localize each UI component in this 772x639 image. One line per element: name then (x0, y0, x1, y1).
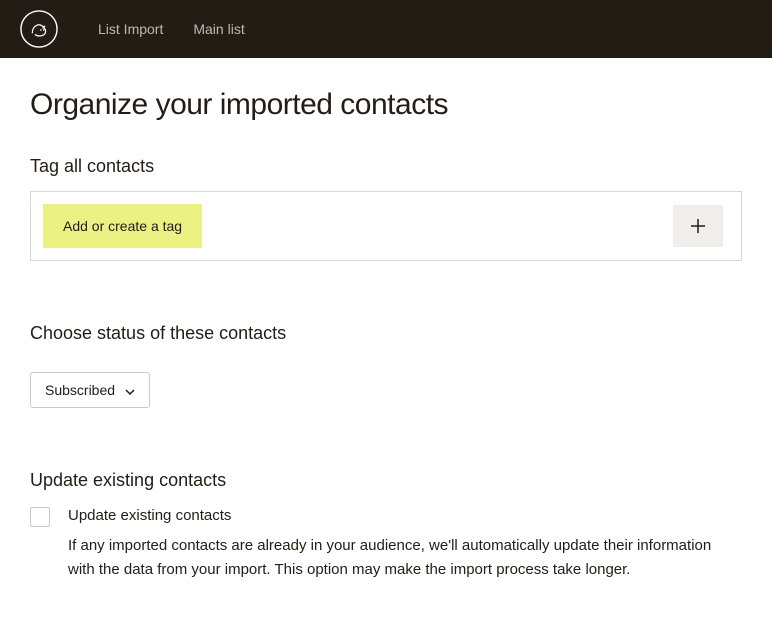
update-section-heading: Update existing contacts (30, 470, 742, 491)
mailchimp-logo[interactable] (20, 10, 58, 48)
tag-section-heading: Tag all contacts (30, 156, 742, 177)
main-content: Organize your imported contacts Tag all … (0, 58, 772, 612)
tag-input-box: Add or create a tag (30, 191, 742, 261)
top-nav: List Import Main list (0, 0, 772, 58)
add-tag-chip[interactable]: Add or create a tag (43, 204, 202, 248)
update-row: Update existing contacts If any imported… (30, 507, 742, 582)
nav-main-list[interactable]: Main list (193, 21, 244, 37)
status-section: Choose status of these contacts Subscrib… (30, 323, 742, 408)
add-tag-button[interactable] (673, 205, 723, 247)
update-existing-checkbox[interactable] (30, 507, 50, 527)
update-checkbox-label: Update existing contacts (68, 507, 742, 524)
status-select[interactable]: Subscribed (30, 372, 150, 408)
plus-icon (690, 218, 706, 234)
update-text-wrap: Update existing contacts If any imported… (68, 507, 742, 582)
tag-section: Tag all contacts Add or create a tag (30, 156, 742, 261)
update-description: If any imported contacts are already in … (68, 534, 742, 582)
status-section-heading: Choose status of these contacts (30, 323, 742, 344)
chevron-down-icon (125, 382, 135, 398)
status-select-value: Subscribed (45, 382, 115, 398)
nav-list-import[interactable]: List Import (98, 21, 163, 37)
update-section: Update existing contacts Update existing… (30, 470, 742, 582)
page-title: Organize your imported contacts (30, 88, 742, 122)
